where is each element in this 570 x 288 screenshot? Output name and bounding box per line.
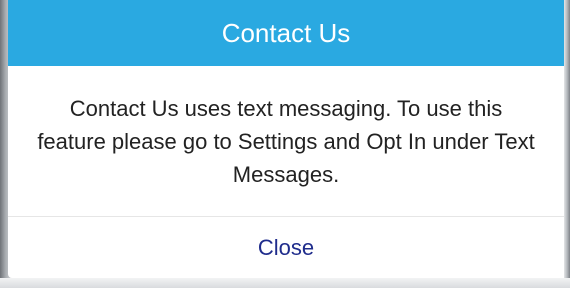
close-button[interactable]: Close: [242, 229, 330, 267]
dialog-body: Contact Us uses text messaging. To use t…: [8, 66, 564, 216]
bottom-background-edge: [0, 278, 570, 288]
dialog-header: Contact Us: [8, 0, 564, 66]
dialog-message: Contact Us uses text messaging. To use t…: [37, 95, 535, 187]
screen: Contact Us Contact Us uses text messagin…: [0, 0, 570, 288]
dialog-actions: Close: [8, 217, 564, 278]
dialog-title: Contact Us: [221, 17, 351, 48]
right-background-edge: [564, 0, 570, 288]
contact-us-dialog: Contact Us Contact Us uses text messagin…: [8, 0, 564, 278]
